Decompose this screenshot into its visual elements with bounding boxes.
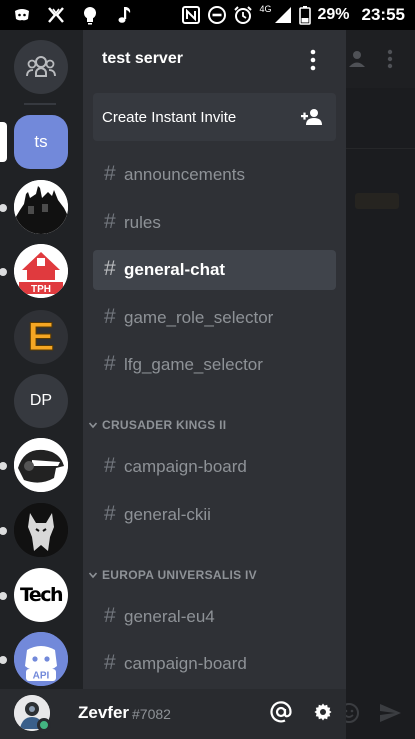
battery-icon	[299, 5, 312, 25]
channel-rules[interactable]: # rules	[93, 203, 336, 243]
chat-highlight	[355, 193, 399, 209]
unread-indicator	[0, 204, 7, 212]
channel-name: rules	[124, 213, 161, 232]
channel-panel: test server Create Instant Invite # anno…	[83, 30, 346, 689]
alarm-icon	[233, 5, 253, 25]
mentions-icon[interactable]	[270, 701, 292, 723]
network-type-label: 4G	[259, 4, 272, 14]
server-e-label: E	[27, 314, 55, 359]
channel-general-chat[interactable]: # general-chat	[93, 250, 336, 290]
discord-notification-icon	[12, 5, 32, 25]
signal-icon	[273, 5, 293, 25]
wolf-icon	[14, 503, 68, 557]
channel-name: announcements	[124, 165, 245, 184]
server-icon-dp[interactable]: DP	[14, 374, 68, 428]
server-icon-tech[interactable]: Tech	[14, 568, 68, 622]
channel-name: general-eu4	[124, 607, 215, 626]
hash-icon: #	[104, 210, 116, 233]
user-panel: Zevfer #7082	[0, 689, 346, 739]
channel-name: general-ckii	[124, 505, 211, 524]
hash-icon: #	[104, 651, 116, 674]
api-label: API	[33, 671, 50, 682]
add-person-icon	[301, 109, 322, 125]
do-not-disturb-icon	[207, 5, 227, 25]
hash-icon: #	[104, 454, 116, 477]
unread-indicator	[0, 268, 7, 276]
game-notification-icon	[46, 5, 66, 25]
tph-label: TPH	[31, 284, 51, 295]
server-icon-e[interactable]: E	[14, 310, 68, 364]
hash-icon: #	[104, 604, 116, 627]
rail-separator	[24, 103, 56, 105]
gear-icon[interactable]	[313, 702, 333, 722]
channel-game-role-selector[interactable]: # game_role_selector	[93, 298, 336, 338]
channel-name: campaign-board	[124, 654, 247, 673]
notification-icons	[12, 4, 134, 26]
chat-header-background	[346, 30, 415, 88]
chat-background	[346, 30, 415, 739]
channel-general-ckii[interactable]: # general-ckii	[93, 495, 336, 535]
channel-name: lfg_game_selector	[124, 355, 263, 374]
hash-icon: #	[104, 352, 116, 375]
send-icon	[380, 704, 401, 722]
category-name: EUROPA UNIVERSALIS IV	[102, 568, 257, 582]
unread-indicator	[0, 592, 7, 600]
knight-helmet-icon	[14, 438, 68, 492]
chevron-down-icon	[88, 572, 98, 579]
music-note-icon	[114, 5, 134, 25]
unread-indicator	[0, 656, 7, 664]
unread-indicator	[0, 462, 7, 470]
channel-name: game_role_selector	[124, 308, 274, 327]
server-icon-wolf[interactable]	[14, 503, 68, 557]
direct-messages-button[interactable]	[14, 40, 68, 94]
online-status-indicator	[37, 718, 51, 732]
discord-app: 4G 29% 23:55 ts TPH E DP Tech API test s…	[0, 0, 415, 739]
hash-icon: #	[104, 162, 116, 185]
server-dp-label: DP	[29, 392, 53, 409]
hash-icon: #	[104, 502, 116, 525]
server-icon-api[interactable]: API	[14, 632, 68, 686]
more-icon	[387, 49, 393, 69]
members-icon	[349, 51, 365, 67]
channel-name: campaign-board	[124, 457, 247, 476]
channel-campaign-board[interactable]: # campaign-board	[93, 447, 336, 487]
friends-icon	[26, 56, 56, 77]
battery-percent: 29%	[317, 6, 350, 23]
tph-house-icon: TPH	[14, 244, 68, 298]
hash-icon: #	[104, 305, 116, 328]
create-invite-label: Create Instant Invite	[102, 109, 237, 126]
discord-api-icon: API	[14, 632, 68, 686]
channel-campaign-board-eu4[interactable]: # campaign-board	[93, 644, 336, 684]
server-tech-label: Tech	[19, 584, 64, 606]
server-icon-ts[interactable]: ts	[14, 115, 68, 169]
server-rail: ts TPH E DP Tech API	[0, 30, 83, 689]
user-discriminator: #7082	[132, 706, 171, 722]
create-invite-button[interactable]: Create Instant Invite	[93, 93, 336, 141]
channel-lfg-game-selector[interactable]: # lfg_game_selector	[93, 345, 336, 385]
hash-icon: #	[104, 257, 116, 280]
unread-indicator	[0, 527, 7, 535]
category-name: CRUSADER KINGS II	[102, 418, 227, 432]
server-icon-crusader[interactable]	[14, 438, 68, 492]
channel-announcements[interactable]: # announcements	[93, 155, 336, 195]
server-icon-tph[interactable]: TPH	[14, 244, 68, 298]
system-icons: 4G 29% 23:55	[181, 4, 405, 26]
server-icon-castle[interactable]	[14, 180, 68, 234]
channel-general-eu4[interactable]: # general-eu4	[93, 597, 336, 637]
clock: 23:55	[361, 5, 405, 24]
chevron-down-icon	[88, 422, 98, 429]
channel-name: general-chat	[124, 260, 226, 279]
username: Zevfer	[78, 703, 130, 722]
lightbulb-icon	[80, 5, 100, 25]
castle-silhouette-icon	[14, 180, 68, 234]
server-ts-label: ts	[34, 132, 48, 151]
status-bar: 4G 29% 23:55	[0, 0, 415, 30]
selected-server-indicator	[0, 122, 7, 162]
server-menu-icon[interactable]	[305, 48, 321, 72]
server-title[interactable]: test server	[102, 50, 183, 68]
chat-divider	[346, 148, 415, 149]
nfc-icon	[181, 5, 201, 25]
